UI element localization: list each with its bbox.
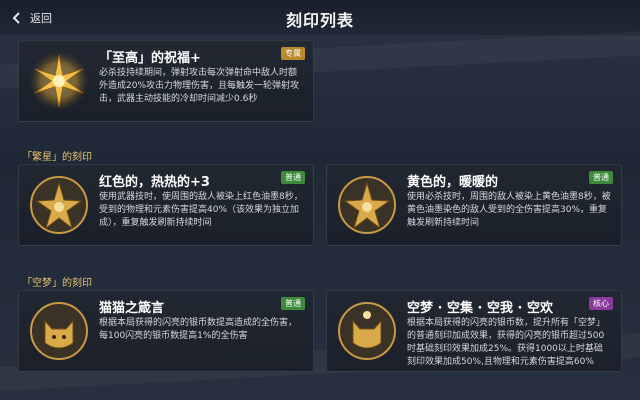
card-description: 根据本局获得的闪亮的银币数提高造成的全伤害，每100闪亮的银币数提高1%的全伤害 — [99, 318, 298, 341]
dream-emblem-icon — [338, 302, 396, 360]
normal-badge: 普通 — [589, 171, 613, 184]
section-title-dream: 「空梦」的刻印 — [22, 278, 92, 289]
imprint-card-cat-proverb[interactable]: 猫猫之箴言 普通 根据本局获得的闪亮的银币数提高造成的全伤害，每100闪亮的银币… — [18, 290, 314, 372]
imprint-card-red-hot[interactable]: 红色的，热热的+3 普通 使用武器技时，使周围的敌人被染上红色油墨8秒，受到的物… — [18, 164, 314, 246]
header-bar: 返回 刻印列表 — [0, 0, 640, 36]
star-emblem-icon — [30, 176, 88, 234]
card-title: 猫猫之箴言 — [99, 301, 165, 316]
imprint-card-supreme-blessing[interactable]: 「至高」的祝福+ 专属 必杀技持续期间，弹射攻击每次弹射命中敌人时额外造成20%… — [18, 40, 314, 122]
core-badge: 核心 — [589, 297, 613, 310]
card-title: 「至高」的祝福+ — [99, 51, 201, 66]
cat-emblem-icon — [30, 302, 88, 360]
exclusive-badge: 专属 — [281, 47, 305, 60]
imprint-card-empty-dream-core[interactable]: 空梦 · 空集 · 空我 · 空欢 核心 根据本局获得的闪亮的银币数，提升所有「… — [326, 290, 622, 372]
normal-badge: 普通 — [281, 297, 305, 310]
card-description: 必杀技持续期间，弹射攻击每次弹射命中敌人时额外造成20%攻击力物理伤害，且每触发… — [99, 68, 300, 104]
starburst-emblem-icon — [29, 51, 89, 111]
card-title: 空梦 · 空集 · 空我 · 空欢 — [407, 301, 553, 316]
card-title: 黄色的，暖暖的 — [407, 175, 499, 190]
card-description: 根据本局获得的闪亮的银币数，提升所有「空梦」的普通刻印加成效果，获得的闪亮的银币… — [407, 318, 606, 367]
normal-badge: 普通 — [281, 171, 305, 184]
page-title: 刻印列表 — [285, 11, 354, 30]
star-emblem-icon — [338, 176, 396, 234]
card-title: 红色的，热热的+3 — [99, 175, 210, 190]
card-description: 使用必杀技时，周围的敌人被染上黄色油墨8秒，被黄色油墨染色的敌人受到的全伤害提高… — [407, 192, 611, 228]
section-title-stars: 「繁星」的刻印 — [22, 152, 92, 163]
card-description: 使用武器技时，使周围的敌人被染上红色油墨8秒，受到的物理和元素伤害提高40%（该… — [99, 192, 303, 228]
imprint-card-yellow-warm[interactable]: 黄色的，暖暖的 普通 使用必杀技时，周围的敌人被染上黄色油墨8秒，被黄色油墨染色… — [326, 164, 622, 246]
